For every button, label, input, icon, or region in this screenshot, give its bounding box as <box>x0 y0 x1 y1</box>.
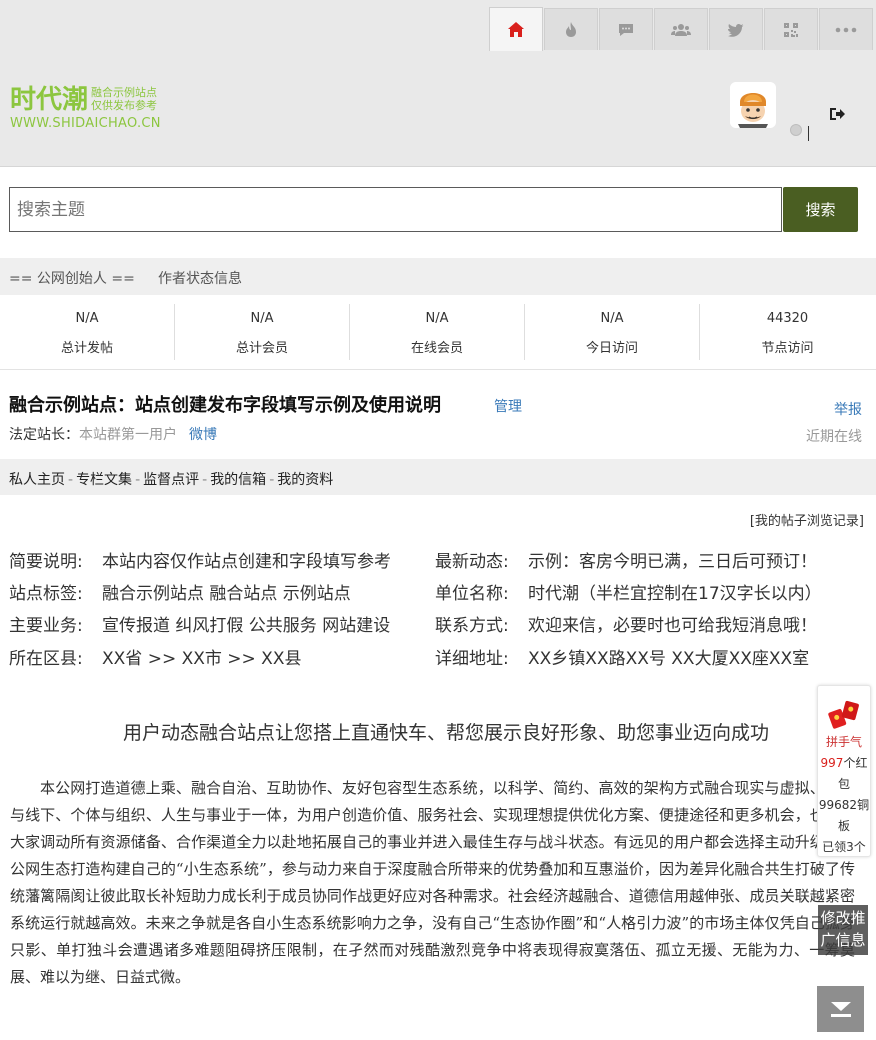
stat-label: 在线会员 <box>410 341 463 356</box>
red-packet-widget[interactable]: 拼手气 997个红包 99682铜板 已领3个 <box>817 685 871 857</box>
twitter-icon <box>728 23 744 37</box>
info-value: 时代潮（半栏宜控制在17汉字长以内） <box>528 584 822 604</box>
scroll-down-button[interactable] <box>817 986 864 1032</box>
more-icon <box>835 27 857 32</box>
site-logo[interactable]: 时代潮 融合示例站点 仅供发布参考 WWW.SHIDAICHAO.CN <box>10 86 161 132</box>
red-packet-title: 拼手气 <box>825 735 862 749</box>
info-key: 所在区县: <box>9 649 83 669</box>
info-value: 融合示例站点 融合站点 示例站点 <box>102 584 351 604</box>
info-value: XX乡镇XX路XX号 XX大厦XX座XX室 <box>528 649 810 669</box>
info-value: 本站内容仅作站点创建和字段填写参考 <box>102 552 391 572</box>
info-value: 欢迎来信，必要时也可给我短消息哦！ <box>528 616 817 636</box>
search-input[interactable] <box>9 187 782 232</box>
info-key: 简要说明: <box>9 552 83 572</box>
nav-columns[interactable]: 专栏文集 <box>76 472 132 488</box>
stat-label: 总计会员 <box>235 341 288 356</box>
arrow-down-icon <box>830 1002 851 1017</box>
nav-home[interactable]: 私人主页 <box>9 472 65 488</box>
info-key: 主要业务: <box>9 616 83 636</box>
author-status-link[interactable]: 作者状态信息 <box>158 268 242 288</box>
info-row: 所在区县: XX省 >> XX市 >> XX县 详细地址: XX乡镇XX路XX号… <box>9 644 869 672</box>
red-packet-icon <box>828 700 860 730</box>
users-icon <box>671 23 691 36</box>
info-key: 单位名称: <box>435 584 509 604</box>
avatar[interactable] <box>730 82 776 128</box>
manage-link[interactable]: 管理 <box>494 396 522 416</box>
info-value: XX省 >> XX市 >> XX县 <box>102 649 302 669</box>
personal-nav: 私人主页 - 专栏文集 - 监督点评 - 我的信箱 - 我的资料 <box>0 459 876 495</box>
logo-sub-line2: 仅供发布参考 <box>91 99 158 112</box>
nav-reviews[interactable]: 监督点评 <box>143 472 199 488</box>
logout-button[interactable] <box>828 106 846 126</box>
nav-profile[interactable]: 我的资料 <box>277 472 333 488</box>
tab-chat[interactable] <box>599 8 653 50</box>
header: 时代潮 融合示例站点 仅供发布参考 WWW.SHIDAICHAO.CN <box>0 0 876 167</box>
stat-value: N/A <box>600 311 624 326</box>
owner-row: 法定站长：本站群第一用户 微博 <box>9 424 217 444</box>
owner-label: 法定站长： <box>9 427 79 443</box>
nav-separator: - <box>68 472 74 488</box>
logo-url: WWW.SHIDAICHAO.CN <box>10 116 161 131</box>
info-value: 宣传报道 纠风打假 公共服务 网站建设 <box>102 616 391 636</box>
stat-value: N/A <box>75 311 99 326</box>
info-row: 主要业务: 宣传报道 纠风打假 公共服务 网站建设 联系方式: 欢迎来信，必要时… <box>9 611 869 639</box>
top-tabs <box>489 7 873 51</box>
report-link[interactable]: 举报 <box>834 399 862 419</box>
owner-value[interactable]: 本站群第一用户 <box>79 427 177 443</box>
slogan: 用户动态融合站点让您搭上直通快车、帮您展示良好形象、助您事业迈向成功 <box>122 722 769 744</box>
edit-promo-button[interactable]: 修改推广信息 <box>818 905 868 955</box>
nav-separator: - <box>269 472 275 488</box>
stat-value: N/A <box>425 311 449 326</box>
online-status: 近期在线 <box>806 429 862 445</box>
text-caret <box>808 126 809 141</box>
tab-more[interactable] <box>819 8 873 50</box>
info-row: 简要说明: 本站内容仅作站点创建和字段填写参考 最新动态: 示例：客房今明已满，… <box>9 547 869 575</box>
tab-twitter[interactable] <box>709 8 763 50</box>
tab-users[interactable] <box>654 8 708 50</box>
divider <box>0 369 876 370</box>
red-packet-count: 997 <box>820 756 844 770</box>
qrcode-icon <box>784 22 798 37</box>
stat-posts: N/A 总计发帖 <box>0 304 175 360</box>
stat-label: 节点访问 <box>761 341 814 356</box>
nav-separator: - <box>202 472 208 488</box>
info-key: 联系方式: <box>435 616 509 636</box>
logo-main-text: 时代潮 <box>10 85 89 115</box>
nav-inbox[interactable]: 我的信箱 <box>210 472 266 488</box>
search-button[interactable]: 搜索 <box>783 187 858 232</box>
red-packet-unit: 个红包 <box>837 756 868 791</box>
stats-row: N/A 总计发帖 N/A 总计会员 N/A 在线会员 N/A 今日访问 4432… <box>0 304 876 360</box>
stat-label: 今日访问 <box>585 341 638 356</box>
tab-home[interactable] <box>489 7 543 51</box>
red-packet-claimed: 已领3个 <box>822 840 866 854</box>
stat-label: 总计发帖 <box>60 341 113 356</box>
stat-value: 44320 <box>766 311 809 326</box>
info-row: 站点标签: 融合示例站点 融合站点 示例站点 单位名称: 时代潮（半栏宜控制在1… <box>9 579 869 607</box>
founder-label: == 公网创始人 == <box>9 271 135 287</box>
info-value: 示例：客房今明已满，三日后可预订！ <box>528 552 817 572</box>
weibo-link[interactable]: 微博 <box>189 427 217 443</box>
stat-members: N/A 总计会员 <box>175 304 350 360</box>
info-key: 详细地址: <box>435 649 509 669</box>
stat-node-visits: 44320 节点访问 <box>700 304 875 360</box>
browse-history-link[interactable]: [我的帖子浏览记录] <box>750 510 864 529</box>
logo-sub-line1: 融合示例站点 <box>91 86 158 99</box>
chat-icon <box>619 23 633 36</box>
tab-hot[interactable] <box>544 8 598 50</box>
home-icon <box>508 22 524 37</box>
page-title: 融合示例站点：站点创建发布字段填写示例及使用说明 <box>9 395 441 416</box>
logout-icon <box>830 108 845 120</box>
status-dot <box>790 124 802 136</box>
red-packet-coins: 99682 <box>818 798 858 812</box>
nav-separator: - <box>135 472 141 488</box>
stat-value: N/A <box>250 311 274 326</box>
fire-icon <box>566 22 576 37</box>
stat-today: N/A 今日访问 <box>525 304 700 360</box>
tab-qrcode[interactable] <box>764 8 818 50</box>
stat-online: N/A 在线会员 <box>350 304 525 360</box>
intro-paragraph: 本公网打造道德上乘、融合自治、互助协作、友好包容型生态系统，以科学、简约、高效的… <box>10 779 855 986</box>
founder-bar: == 公网创始人 == 作者状态信息 <box>0 258 876 295</box>
info-key: 站点标签: <box>9 584 83 604</box>
info-key: 最新动态: <box>435 552 509 572</box>
